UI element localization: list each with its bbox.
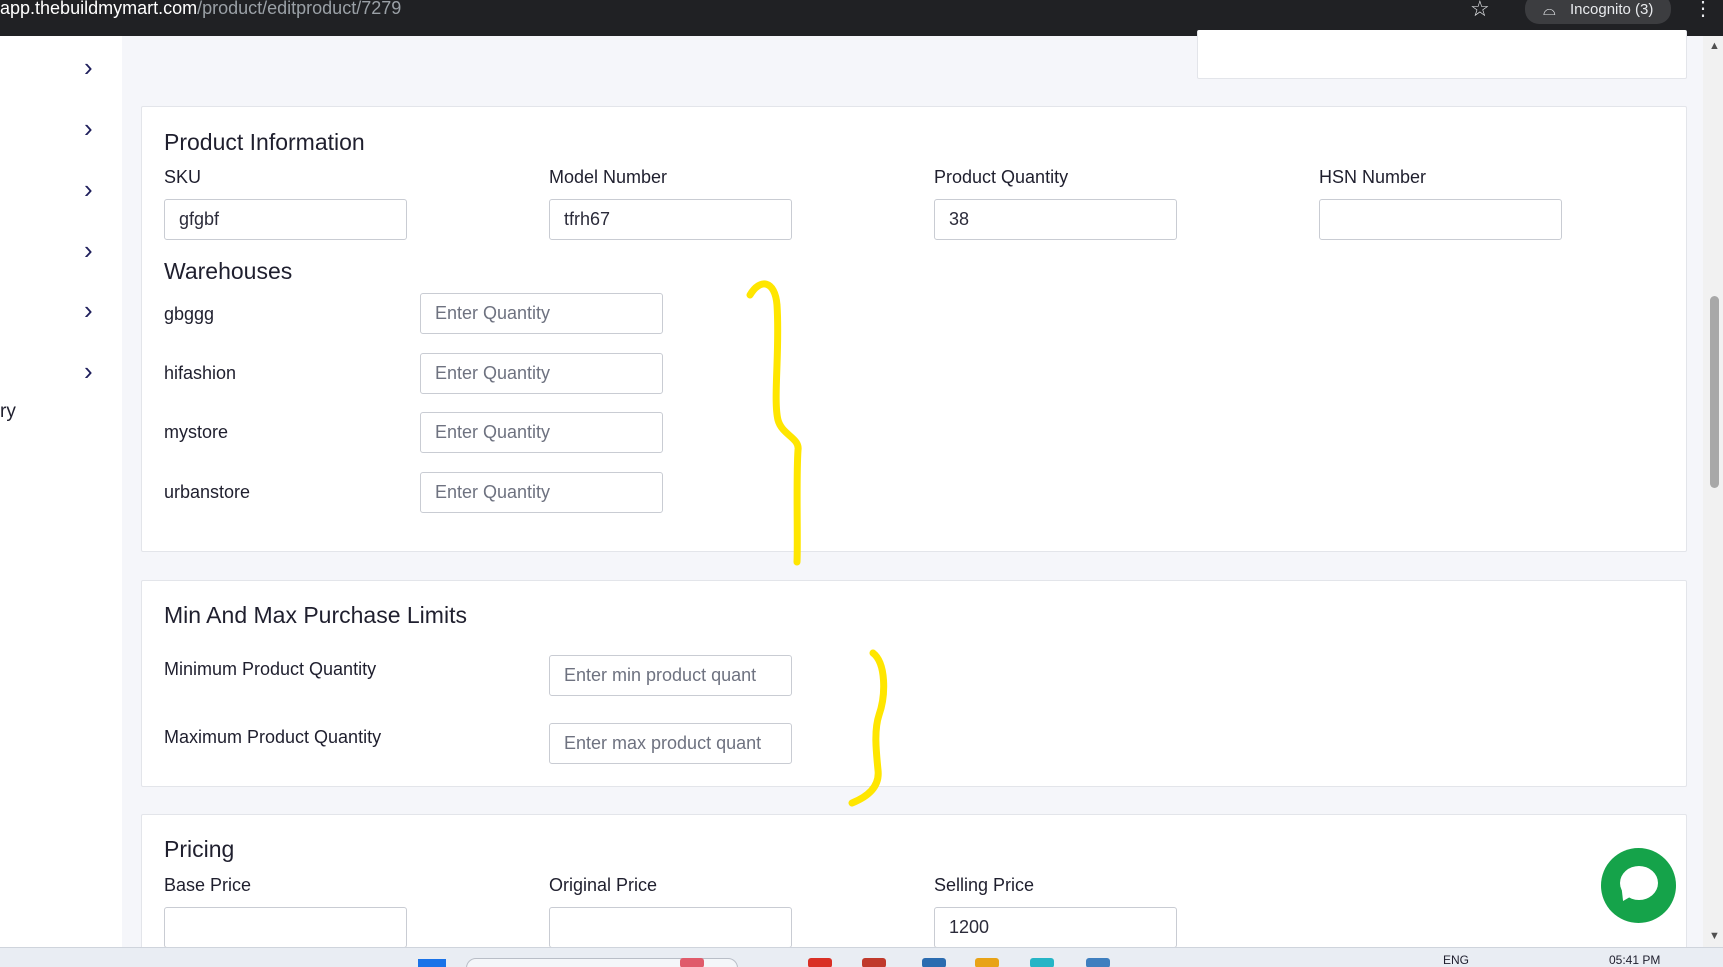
address-bar[interactable]: app.thebuildmymart.com/product/editprodu… — [0, 0, 401, 19]
incognito-label: Incognito (3) — [1570, 1, 1654, 18]
section-title: Min And Max Purchase Limits — [164, 602, 467, 628]
chevron-right-icon[interactable]: › — [84, 176, 104, 202]
url-host: app.thebuildmymart.com — [0, 0, 198, 18]
incognito-icon: ⌓ — [1543, 2, 1556, 19]
pricing-card: Pricing Base Price Original Price Sellin… — [141, 814, 1687, 967]
section-title: Pricing — [164, 836, 235, 862]
windows-start-icon[interactable] — [418, 959, 446, 967]
product-information-card: Product Information SKU Model Number Pro… — [141, 106, 1687, 552]
os-taskbar: ENG 05:41 PM — [0, 947, 1723, 967]
warehouse-quantity-input[interactable] — [420, 353, 663, 394]
clock[interactable]: 05:41 PM — [1609, 953, 1660, 967]
warehouse-quantity-input[interactable] — [420, 472, 663, 513]
chevron-right-icon[interactable]: › — [84, 54, 104, 80]
max-quantity-input[interactable] — [549, 723, 792, 764]
original-price-label: Original Price — [549, 875, 658, 895]
chrome-app-icon[interactable] — [808, 958, 832, 967]
chat-button[interactable] — [1601, 848, 1676, 923]
product-quantity-label: Product Quantity — [934, 167, 1069, 187]
warehouse-name: urbanstore — [164, 482, 251, 502]
chevron-right-icon[interactable]: › — [84, 297, 104, 323]
sidebar-item-label[interactable]: ry — [0, 401, 16, 423]
browser-menu-icon[interactable]: ⋮ — [1693, 0, 1713, 19]
scroll-thumb[interactable] — [1710, 296, 1719, 488]
base-price-input[interactable] — [164, 907, 407, 948]
annotation-brace-mark — [848, 649, 888, 807]
warehouse-name: gbggg — [164, 304, 215, 324]
taskbar-app-icon[interactable] — [1086, 958, 1110, 967]
calendar-app-icon[interactable] — [922, 958, 946, 967]
bookmark-star-icon[interactable]: ☆ — [1470, 0, 1490, 20]
taskbar-app-icon[interactable] — [862, 958, 886, 967]
previous-card — [1197, 30, 1687, 79]
model-number-input[interactable] — [549, 199, 792, 240]
warehouse-quantity-input[interactable] — [420, 412, 663, 453]
sidebar: › › › › › › ry — [0, 36, 122, 947]
url-path: /product/editproduct/7279 — [197, 0, 402, 18]
selling-price-input[interactable] — [934, 907, 1177, 948]
taskbar-app-icon[interactable] — [1030, 958, 1054, 967]
max-quantity-label: Maximum Product Quantity — [164, 727, 382, 747]
warehouses-title: Warehouses — [164, 258, 293, 284]
sku-input[interactable] — [164, 199, 407, 240]
chevron-right-icon[interactable]: › — [84, 115, 104, 141]
scroll-down-arrow-icon[interactable]: ▼ — [1709, 930, 1720, 942]
hsn-number-label: HSN Number — [1319, 167, 1427, 187]
scroll-up-arrow-icon[interactable]: ▲ — [1709, 40, 1720, 52]
product-quantity-input[interactable] — [934, 199, 1177, 240]
folder-app-icon[interactable] — [975, 958, 999, 967]
sku-label: SKU — [164, 167, 202, 187]
section-title: Product Information — [164, 129, 365, 155]
base-price-label: Base Price — [164, 875, 252, 895]
taskbar-app-icon[interactable] — [680, 958, 704, 967]
annotation-brace-mark — [746, 280, 802, 566]
model-number-label: Model Number — [549, 167, 668, 187]
incognito-button[interactable]: ⌓ Incognito (3) — [1525, 0, 1671, 24]
warehouse-name: hifashion — [164, 363, 237, 383]
warehouse-quantity-input[interactable] — [420, 293, 663, 334]
chevron-right-icon[interactable]: › — [84, 358, 104, 384]
language-indicator[interactable]: ENG — [1443, 953, 1469, 967]
min-quantity-label: Minimum Product Quantity — [164, 659, 377, 679]
warehouse-name: mystore — [164, 422, 229, 442]
original-price-input[interactable] — [549, 907, 792, 948]
hsn-number-input[interactable] — [1319, 199, 1562, 240]
page-scrollbar[interactable]: ▲ ▼ — [1703, 36, 1723, 947]
purchase-limits-card: Min And Max Purchase Limits Minimum Prod… — [141, 580, 1687, 787]
min-quantity-input[interactable] — [549, 655, 792, 696]
chevron-right-icon[interactable]: › — [84, 237, 104, 263]
selling-price-label: Selling Price — [934, 875, 1035, 895]
